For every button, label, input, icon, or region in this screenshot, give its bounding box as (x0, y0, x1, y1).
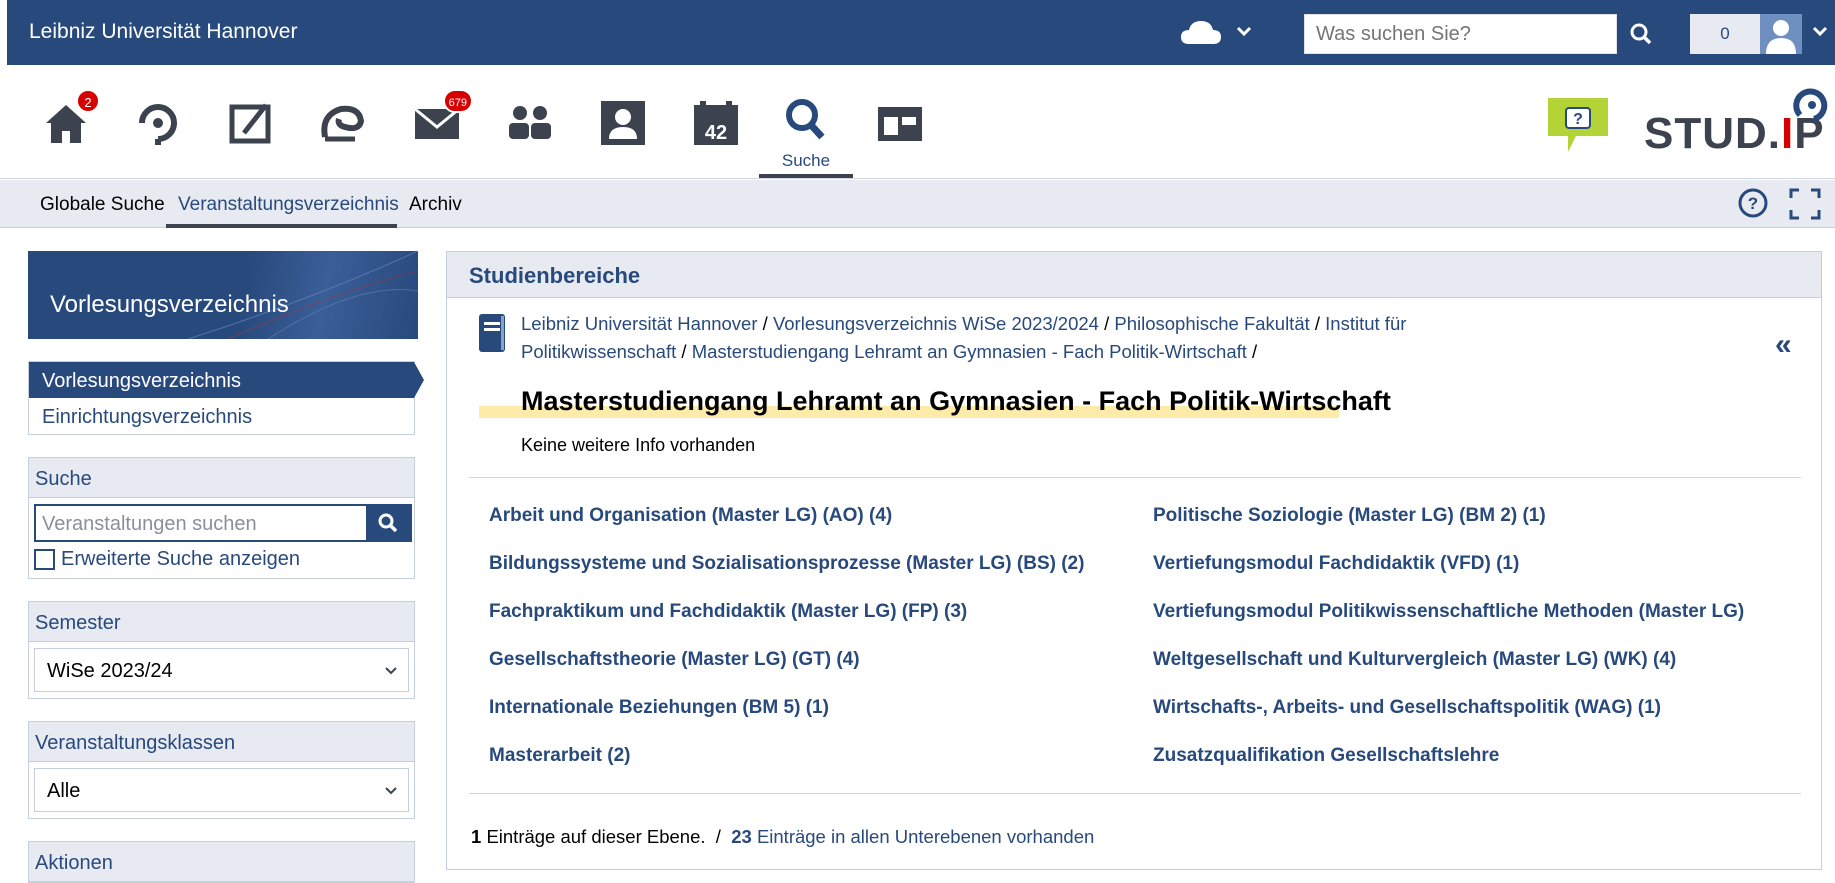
notification-counter[interactable]: 0 (1690, 14, 1760, 54)
course-classes-widget: Veranstaltungsklassen Alle (28, 721, 415, 819)
home-badge: 2 (76, 89, 100, 113)
entries-text-level: Einträge auf dieser Ebene. (486, 826, 706, 847)
courses-icon[interactable] (222, 93, 282, 153)
study-area-link[interactable]: Masterarbeit (2) (489, 745, 631, 767)
entries-count-all[interactable]: 23 (731, 826, 752, 847)
course-classes-value: Alle (47, 780, 81, 802)
study-area-link[interactable]: Arbeit und Organisation (Master LG) (AO)… (489, 505, 892, 527)
divider (469, 477, 1801, 478)
study-area-link[interactable]: Zusatzqualifikation Gesellschaftslehre (1153, 745, 1499, 767)
separator: / (715, 826, 721, 847)
book-icon (479, 314, 505, 352)
profile-icon[interactable] (593, 93, 653, 153)
study-area-link[interactable]: Gesellschaftstheorie (Master LG) (GT) (4… (489, 649, 860, 671)
breadcrumb-link[interactable]: Leibniz Universität Hannover (521, 313, 758, 334)
avatar-icon[interactable] (1760, 14, 1802, 54)
study-area-link[interactable]: Fachpraktikum und Fachdidaktik (Master L… (489, 601, 967, 623)
semester-widget: Semester WiSe 2023/24 (28, 601, 415, 699)
course-classes-select[interactable]: Alle (34, 768, 409, 812)
tab-global-search[interactable]: Globale Suche (40, 194, 165, 216)
study-area-link[interactable]: Bildungssysteme und Sozialisationsprozes… (489, 553, 1084, 575)
chevron-down-icon (385, 667, 397, 675)
course-classes-title: Veranstaltungsklassen (29, 722, 414, 762)
search-icon[interactable] (776, 93, 836, 153)
actions-widget-title: Aktionen (29, 842, 414, 882)
breadcrumb-link[interactable]: Philosophische Fakultät (1114, 313, 1309, 334)
tab-course-catalog[interactable]: Veranstaltungsverzeichnis (178, 194, 399, 216)
entries-summary: 1 Einträge auf dieser Ebene. / 23 Einträ… (471, 826, 1094, 848)
study-area-link[interactable]: Vertiefungsmodul Fachdidaktik (VFD) (1) (1153, 553, 1519, 575)
help-icon[interactable]: ? (1737, 187, 1769, 219)
cloud-icon[interactable] (1179, 18, 1223, 46)
study-area-link[interactable]: Vertiefungsmodul Politikwissenschaftlich… (1153, 601, 1744, 623)
sidebar-nav: Vorlesungsverzeichnis Einrichtungsverzei… (28, 361, 424, 435)
active-indicator (759, 174, 853, 178)
checkbox-box[interactable] (34, 548, 55, 570)
breadcrumb: Leibniz Universität Hannover / Vorlesung… (521, 313, 1407, 362)
mail-badge: 679 (442, 89, 473, 113)
study-areas-panel: Studienbereiche Leibniz Universität Hann… (446, 251, 1822, 870)
mail-icon[interactable]: 679 (409, 89, 473, 153)
study-area-link[interactable]: Weltgesellschaft und Kulturvergleich (Ma… (1153, 649, 1676, 671)
studip-logo[interactable]: STUD.IP (1644, 83, 1829, 163)
chevron-down-icon (385, 787, 397, 795)
sidebar-header: Vorlesungsverzeichnis (28, 251, 418, 339)
search-icon[interactable] (366, 506, 410, 540)
panel-heading: Studienbereiche (447, 252, 1821, 298)
sub-navigation: Globale Suche Veranstaltungsverzeichnis … (0, 180, 1835, 228)
semester-value: WiSe 2023/24 (47, 660, 173, 682)
sidebar-item-course-catalog[interactable]: Vorlesungsverzeichnis (29, 362, 424, 398)
workplace-icon[interactable] (128, 93, 188, 153)
chevron-down-icon[interactable] (1235, 22, 1253, 40)
global-search-input[interactable] (1304, 14, 1617, 54)
search-widget-title: Suche (29, 458, 414, 498)
nav-label-search[interactable]: Suche (760, 151, 852, 171)
tab-archive[interactable]: Archiv (409, 194, 462, 216)
svg-text:?: ? (1748, 194, 1758, 213)
actions-widget: Aktionen (28, 841, 415, 883)
page-title: Masterstudiengang Lehramt an Gymnasien -… (521, 386, 1391, 416)
collapse-icon[interactable]: « (1775, 328, 1792, 362)
planner-icon[interactable]: 42 (686, 93, 746, 153)
info-text: Keine weitere Info vorhanden (521, 435, 756, 455)
sidebar-title: Vorlesungsverzeichnis (50, 291, 289, 318)
messenger-icon[interactable] (313, 93, 373, 153)
semester-select[interactable]: WiSe 2023/24 (34, 648, 409, 692)
semester-widget-title: Semester (29, 602, 414, 642)
breadcrumb-link[interactable]: Masterstudiengang Lehramt an Gymnasien -… (692, 341, 1247, 362)
divider (469, 793, 1801, 794)
svg-text:?: ? (1573, 111, 1583, 128)
home-icon[interactable]: 2 (36, 89, 100, 153)
course-search-input[interactable]: Veranstaltungen suchen (34, 504, 412, 542)
chevron-down-icon[interactable] (1811, 22, 1829, 40)
sidebar: Vorlesungsverzeichnis Vorlesungsverzeich… (28, 251, 424, 883)
study-area-link[interactable]: Wirtschafts-, Arbeits- und Gesellschafts… (1153, 697, 1661, 719)
entries-text-all[interactable]: Einträge in allen Unterebenen vorhanden (757, 826, 1094, 847)
brand-name[interactable]: Leibniz Universität Hannover (29, 20, 297, 44)
svg-text:42: 42 (705, 122, 727, 144)
tools-icon[interactable] (870, 93, 930, 153)
sidebar-item-institute-directory[interactable]: Einrichtungsverzeichnis (29, 398, 414, 434)
top-bar: Leibniz Universität Hannover 0 (0, 0, 1835, 65)
study-area-link[interactable]: Politische Soziologie (Master LG) (BM 2)… (1153, 505, 1546, 527)
breadcrumb-link[interactable]: Vorlesungsverzeichnis WiSe 2023/2024 (773, 313, 1099, 334)
course-search-placeholder: Veranstaltungen suchen (42, 513, 257, 535)
extended-search-label[interactable]: Erweiterte Suche anzeigen (61, 548, 300, 571)
main-navigation: 2 679 42 Suche ? STUD.IP (0, 65, 1835, 179)
search-icon[interactable] (1620, 14, 1662, 54)
community-icon[interactable] (500, 93, 560, 153)
fullscreen-icon[interactable] (1788, 187, 1822, 221)
help-bubble-icon[interactable]: ? (1546, 96, 1610, 154)
extended-search-checkbox[interactable]: Erweiterte Suche anzeigen (34, 546, 409, 572)
study-area-link[interactable]: Internationale Beziehungen (BM 5) (1) (489, 697, 829, 719)
search-widget: Suche Veranstaltungen suchen Erweiterte … (28, 457, 415, 579)
active-tab-indicator (166, 224, 397, 228)
entries-count-level: 1 (471, 826, 482, 847)
